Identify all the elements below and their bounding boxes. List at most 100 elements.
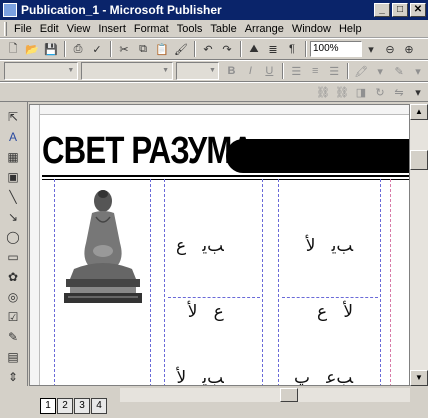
page-navigator: 1 2 3 4 — [40, 398, 108, 414]
align-right-icon[interactable]: ☰ — [325, 62, 343, 80]
align-left-icon[interactable]: ☰ — [287, 62, 305, 80]
zoom-in-icon[interactable]: ⊕ — [400, 40, 418, 58]
chevron-down-icon[interactable]: ▼ — [160, 63, 172, 79]
redo-icon[interactable]: ↷ — [218, 40, 236, 58]
html-fragment-icon[interactable]: ✎ — [4, 328, 22, 346]
open-folder-icon[interactable]: 📂 — [23, 40, 41, 58]
align-center-icon[interactable]: ≡ — [306, 62, 324, 80]
bring-forward-icon[interactable]: ◨ — [352, 83, 370, 101]
heading-rule-thin[interactable] — [42, 179, 409, 180]
page-tab-4[interactable]: 4 — [91, 398, 107, 414]
menu-view[interactable]: View — [63, 23, 95, 35]
chevron-down-icon[interactable]: ▾ — [371, 62, 389, 80]
cut-icon[interactable]: ✂ — [115, 40, 133, 58]
chevron-down-icon[interactable]: ▾ — [409, 83, 427, 101]
arabic-text-column-2[interactable]: ﺐﻳ ﻷ ﻷ ﻉ ﺐﻋ ﭖ — [294, 191, 354, 385]
pointer-icon[interactable]: ⇱ — [4, 108, 22, 126]
format-painter-icon[interactable]: 🖌 — [172, 40, 190, 58]
menu-arrange[interactable]: Arrange — [241, 23, 288, 35]
scroll-down-icon[interactable]: ▼ — [410, 370, 428, 386]
flip-icon[interactable]: ⇋ — [390, 83, 408, 101]
page-tab-1[interactable]: 1 — [40, 398, 56, 414]
line-tool-icon[interactable]: ╲ — [4, 188, 22, 206]
horizontal-scrollbar[interactable] — [120, 388, 410, 402]
spelling-icon[interactable]: ✓ — [88, 40, 106, 58]
publication-page[interactable]: СВЕТ РАЗУМА ﺐﻳ ﻉ ﻉ ﻷ ﺐﻳ ﻷ ﺐﻳ ﻷ ﻷ ﻉ ﺐﻋ ﭖ — [42, 117, 409, 385]
bold-icon[interactable]: B — [222, 62, 240, 80]
autoshapes-icon[interactable]: ✿ — [4, 268, 22, 286]
scroll-thumb[interactable] — [280, 388, 298, 402]
menu-window[interactable]: Window — [288, 23, 335, 35]
hot-spot-icon[interactable]: ◎ — [4, 288, 22, 306]
column-guide — [380, 179, 381, 385]
close-button[interactable]: ✕ — [410, 3, 426, 17]
columns-icon[interactable]: ≣ — [264, 40, 282, 58]
clip-art-icon[interactable]: ▣ — [4, 168, 22, 186]
menu-help[interactable]: Help — [335, 23, 366, 35]
arrange-toolbar: ⛓ ⛓ ◨ ↻ ⇋ ▾ — [0, 82, 428, 102]
arrow-tool-icon[interactable]: ↘ — [4, 208, 22, 226]
toolbar-separator — [305, 41, 307, 57]
rectangle-tool-icon[interactable]: ▭ — [4, 248, 22, 266]
text-line: ﻷ ﻉ — [317, 302, 354, 322]
form-control-icon[interactable]: ☑ — [4, 308, 22, 326]
toolbar-separator — [347, 63, 350, 79]
group-objects-icon[interactable]: ⛓ — [314, 83, 332, 101]
fill-color-icon[interactable]: 🖍 — [352, 62, 370, 80]
heading-rule[interactable] — [42, 175, 409, 177]
underline-icon[interactable]: U — [260, 62, 278, 80]
menu-format[interactable]: Format — [130, 23, 173, 35]
design-gallery-icon[interactable]: ▤ — [4, 348, 22, 366]
buddha-clipart[interactable] — [62, 187, 144, 307]
heading-text[interactable]: СВЕТ РАЗУМА — [42, 131, 254, 171]
menu-edit[interactable]: Edit — [36, 23, 63, 35]
new-document-icon[interactable]: 🗋 — [4, 40, 22, 58]
publisher-app-icon[interactable] — [3, 3, 17, 17]
toolbar-separator — [110, 41, 112, 57]
oval-tool-icon[interactable]: ◯ — [4, 228, 22, 246]
paste-icon[interactable]: 📋 — [153, 40, 171, 58]
horizontal-ruler[interactable] — [30, 105, 409, 115]
text-box-icon[interactable]: A — [4, 128, 22, 146]
maximize-button[interactable]: □ — [392, 3, 408, 17]
chevron-down-icon[interactable]: ▾ — [362, 40, 380, 58]
page-tab-2[interactable]: 2 — [57, 398, 73, 414]
chevron-down-icon[interactable]: ▼ — [206, 63, 218, 79]
vertical-scrollbar[interactable]: ▲ ▼ — [410, 104, 428, 386]
font-combo[interactable]: ▼ — [80, 62, 173, 80]
page-tab-3[interactable]: 3 — [74, 398, 90, 414]
italic-icon[interactable]: I — [241, 62, 259, 80]
menubar-grip[interactable] — [4, 21, 7, 36]
objects-toolbar: ⇱ A ▦ ▣ ╲ ↘ ◯ ▭ ✿ ◎ ☑ ✎ ▤ ⇕ — [0, 102, 28, 392]
save-icon[interactable]: 💾 — [42, 40, 60, 58]
font-size-combo[interactable]: ▼ — [175, 62, 220, 80]
text-line: ﻉ ﻷ — [187, 302, 224, 322]
scroll-thumb[interactable] — [410, 150, 428, 170]
minimize-button[interactable]: _ — [374, 3, 390, 17]
picture-frame-icon[interactable]: ▦ — [4, 148, 22, 166]
rotate-icon[interactable]: ↻ — [371, 83, 389, 101]
arabic-text-column-1[interactable]: ﺐﻳ ﻉ ﻉ ﻷ ﺐﻳ ﻷ — [176, 191, 224, 385]
style-combo[interactable]: ▼ — [4, 62, 78, 80]
copy-icon[interactable]: ⧉ — [134, 40, 152, 58]
chevron-down-icon[interactable]: ▼ — [65, 63, 77, 79]
menu-table[interactable]: Table — [206, 23, 240, 35]
toolbar-more-icon[interactable]: ⇕ — [4, 368, 22, 386]
ink-brush-shape[interactable] — [226, 139, 409, 173]
pilcrow-icon[interactable]: ¶ — [283, 40, 301, 58]
menu-insert[interactable]: Insert — [94, 23, 130, 35]
chevron-down-icon[interactable]: ▾ — [409, 62, 427, 80]
scroll-up-icon[interactable]: ▲ — [410, 104, 428, 120]
zoom-combo[interactable]: 100% — [310, 41, 362, 57]
vertical-ruler[interactable] — [30, 105, 40, 385]
menu-bar: File Edit View Insert Format Tools Table… — [0, 20, 428, 38]
line-color-icon[interactable]: ✎ — [390, 62, 408, 80]
undo-icon[interactable]: ↶ — [199, 40, 217, 58]
zoom-out-icon[interactable]: ⊖ — [381, 40, 399, 58]
menu-file[interactable]: File — [10, 23, 36, 35]
insert-picture-icon[interactable]: ⛰ — [245, 40, 263, 58]
print-icon[interactable]: ⎙ — [69, 40, 87, 58]
publication-canvas[interactable]: СВЕТ РАЗУМА ﺐﻳ ﻉ ﻉ ﻷ ﺐﻳ ﻷ ﺐﻳ ﻷ ﻷ ﻉ ﺐﻋ ﭖ — [29, 104, 410, 386]
menu-tools[interactable]: Tools — [173, 23, 207, 35]
ungroup-icon[interactable]: ⛓ — [333, 83, 351, 101]
